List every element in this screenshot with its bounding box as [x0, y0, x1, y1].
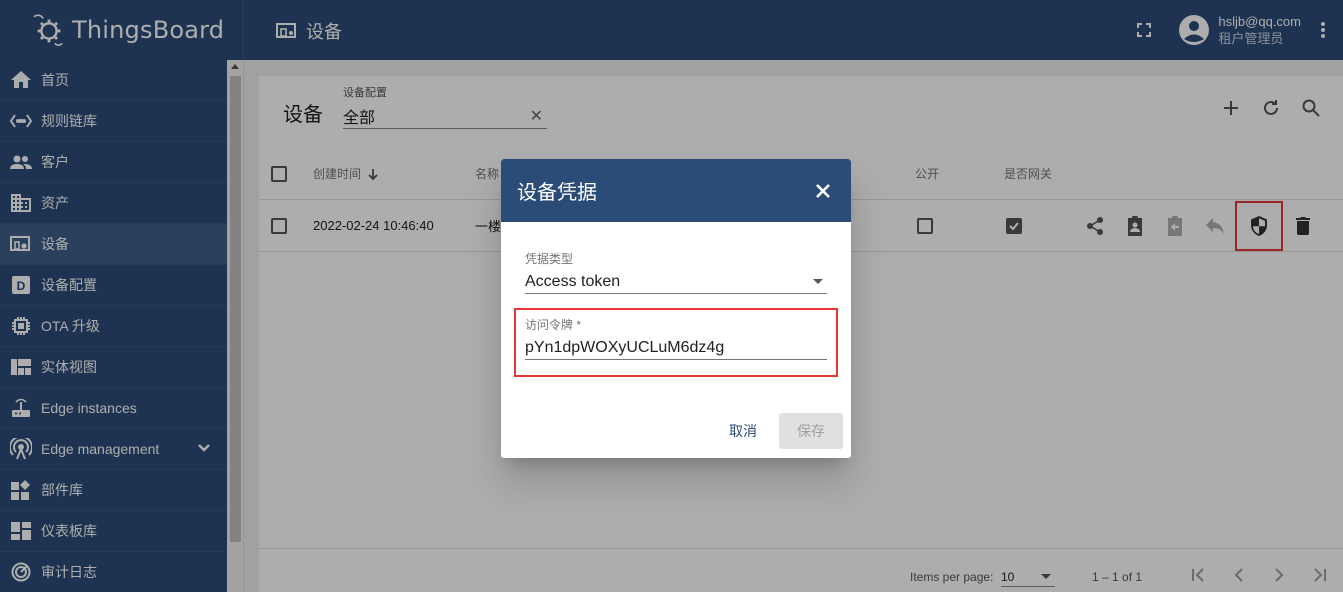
access-token-label: 访问令牌 *: [525, 318, 582, 332]
access-token-value[interactable]: pYn1dpWOXyUCLuM6dz4g: [525, 339, 724, 357]
device-credentials-dialog: 设备凭据 凭据类型 Access token 访问令牌 * pYn1dpWOXy…: [501, 159, 851, 458]
cancel-button[interactable]: 取消: [715, 413, 771, 449]
dialog-header: 设备凭据: [501, 159, 851, 222]
close-icon: [816, 183, 830, 198]
credential-type-label: 凭据类型: [525, 252, 574, 266]
save-button[interactable]: 保存: [779, 413, 843, 449]
credential-type-select[interactable]: 凭据类型 Access token: [525, 250, 827, 294]
access-token-field[interactable]: 访问令牌 * pYn1dpWOXyUCLuM6dz4g: [525, 316, 827, 360]
close-button[interactable]: [811, 179, 835, 203]
dropdown-arrow-icon: [813, 279, 823, 284]
credential-type-value: Access token: [525, 272, 621, 290]
dialog-title: 设备凭据: [517, 182, 597, 204]
